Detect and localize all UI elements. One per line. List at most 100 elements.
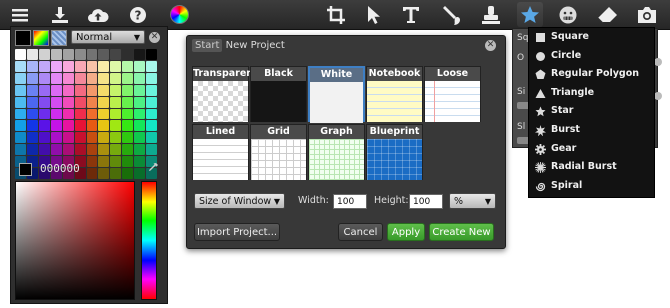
palette-color-cell[interactable]: [110, 144, 122, 156]
palette-color-cell[interactable]: [110, 120, 122, 132]
palette-color-cell[interactable]: [15, 72, 26, 84]
palette-color-cell[interactable]: [50, 60, 62, 72]
palette-color-cell[interactable]: [50, 144, 62, 156]
eraser-icon[interactable]: [595, 2, 621, 27]
pointer-icon[interactable]: [360, 2, 386, 27]
stamp-icon[interactable]: [478, 2, 504, 27]
palette-color-cell[interactable]: [146, 120, 157, 132]
palette-color-cell[interactable]: [134, 49, 146, 60]
palette-color-cell[interactable]: [62, 60, 74, 72]
hex-value[interactable]: 000000: [40, 162, 80, 175]
palette-color-cell[interactable]: [15, 60, 26, 72]
palette-color-cell[interactable]: [122, 60, 134, 72]
close-icon[interactable]: ✕: [149, 32, 160, 43]
palette-color-cell[interactable]: [110, 132, 122, 144]
palette-color-cell[interactable]: [74, 144, 86, 156]
close-icon[interactable]: ✕: [485, 40, 496, 51]
palette-color-cell[interactable]: [26, 49, 38, 60]
knob-icon[interactable]: [654, 92, 662, 100]
palette-color-cell[interactable]: [74, 132, 86, 144]
palette-color-cell[interactable]: [146, 60, 157, 72]
palette-color-cell[interactable]: [98, 108, 110, 120]
palette-color-cell[interactable]: [86, 72, 98, 84]
palette-color-cell[interactable]: [38, 49, 50, 60]
hue-slider[interactable]: [141, 181, 157, 300]
palette-color-cell[interactable]: [26, 120, 38, 132]
palette-color-cell[interactable]: [74, 72, 86, 84]
palette-color-cell[interactable]: [62, 120, 74, 132]
palette-color-cell[interactable]: [86, 96, 98, 108]
palette-color-cell[interactable]: [86, 108, 98, 120]
palette-color-cell[interactable]: [62, 144, 74, 156]
palette-color-cell[interactable]: [50, 132, 62, 144]
palette-color-cell[interactable]: [15, 96, 26, 108]
palette-color-cell[interactable]: [15, 132, 26, 144]
palette-color-cell[interactable]: [98, 144, 110, 156]
palette-color-cell[interactable]: [110, 72, 122, 84]
template-black[interactable]: Black: [250, 66, 307, 122]
palette-color-cell[interactable]: [15, 49, 26, 60]
palette-color-cell[interactable]: [98, 84, 110, 96]
download-icon[interactable]: [47, 2, 73, 27]
palette-color-cell[interactable]: [122, 96, 134, 108]
palette-color-cell[interactable]: [62, 84, 74, 96]
star-tool-icon[interactable]: [517, 2, 543, 27]
palette-color-cell[interactable]: [122, 72, 134, 84]
palette-color-cell[interactable]: [110, 96, 122, 108]
face-icon[interactable]: [555, 2, 581, 27]
palette-color-cell[interactable]: [146, 49, 157, 60]
shape-menu-item-burst[interactable]: Burst: [529, 121, 654, 140]
knob-icon[interactable]: [654, 58, 662, 66]
palette-color-cell[interactable]: [134, 60, 146, 72]
shape-menu-item-radial-burst[interactable]: Radial Burst: [529, 158, 654, 177]
template-transparent[interactable]: Transparent: [192, 66, 258, 122]
template-lined[interactable]: Lined: [192, 124, 249, 180]
palette-color-cell[interactable]: [26, 108, 38, 120]
palette-color-cell[interactable]: [122, 49, 134, 60]
palette-color-cell[interactable]: [146, 72, 157, 84]
palette-color-cell[interactable]: [122, 132, 134, 144]
template-notebook[interactable]: Notebook: [366, 66, 423, 122]
solid-color-swatch[interactable]: [15, 30, 31, 46]
palette-color-cell[interactable]: [134, 144, 146, 156]
palette-color-cell[interactable]: [74, 84, 86, 96]
template-loose-leaf[interactable]: Loose Leaf: [424, 66, 481, 122]
palette-color-cell[interactable]: [26, 96, 38, 108]
size-select[interactable]: Size of Window ▼: [194, 193, 285, 209]
template-graph-paper[interactable]: Graph Paper: [308, 124, 365, 180]
template-grid[interactable]: Grid: [250, 124, 307, 180]
palette-color-cell[interactable]: [98, 132, 110, 144]
palette-color-cell[interactable]: [86, 120, 98, 132]
palette-color-cell[interactable]: [146, 84, 157, 96]
height-input[interactable]: 100: [409, 194, 443, 209]
apply-button[interactable]: Apply: [387, 223, 425, 241]
palette-color-cell[interactable]: [134, 132, 146, 144]
palette-color-cell[interactable]: [38, 84, 50, 96]
shape-menu-item-circle[interactable]: Circle: [529, 47, 654, 66]
palette-color-cell[interactable]: [38, 120, 50, 132]
palette-color-cell[interactable]: [26, 132, 38, 144]
color-palette-grid[interactable]: [15, 49, 157, 179]
shape-menu-item-gear[interactable]: Gear: [529, 140, 654, 159]
palette-color-cell[interactable]: [26, 84, 38, 96]
width-input[interactable]: 100: [333, 194, 367, 209]
shape-menu-item-spiral[interactable]: Spiral: [529, 177, 654, 196]
palette-color-cell[interactable]: [134, 108, 146, 120]
palette-color-cell[interactable]: [134, 72, 146, 84]
palette-color-cell[interactable]: [86, 49, 98, 60]
cloud-upload-icon[interactable]: [85, 2, 111, 27]
shape-menu-item-regular-polygon[interactable]: Regular Polygon: [529, 65, 654, 84]
palette-color-cell[interactable]: [62, 72, 74, 84]
palette-color-cell[interactable]: [15, 144, 26, 156]
palette-color-cell[interactable]: [38, 72, 50, 84]
palette-color-cell[interactable]: [122, 120, 134, 132]
camera-icon[interactable]: [634, 2, 660, 27]
palette-color-cell[interactable]: [62, 108, 74, 120]
palette-color-cell[interactable]: [146, 96, 157, 108]
help-icon[interactable]: ?: [125, 2, 151, 27]
palette-color-cell[interactable]: [38, 60, 50, 72]
template-white[interactable]: White: [308, 66, 365, 123]
palette-color-cell[interactable]: [86, 144, 98, 156]
palette-color-cell[interactable]: [74, 120, 86, 132]
palette-color-cell[interactable]: [74, 60, 86, 72]
